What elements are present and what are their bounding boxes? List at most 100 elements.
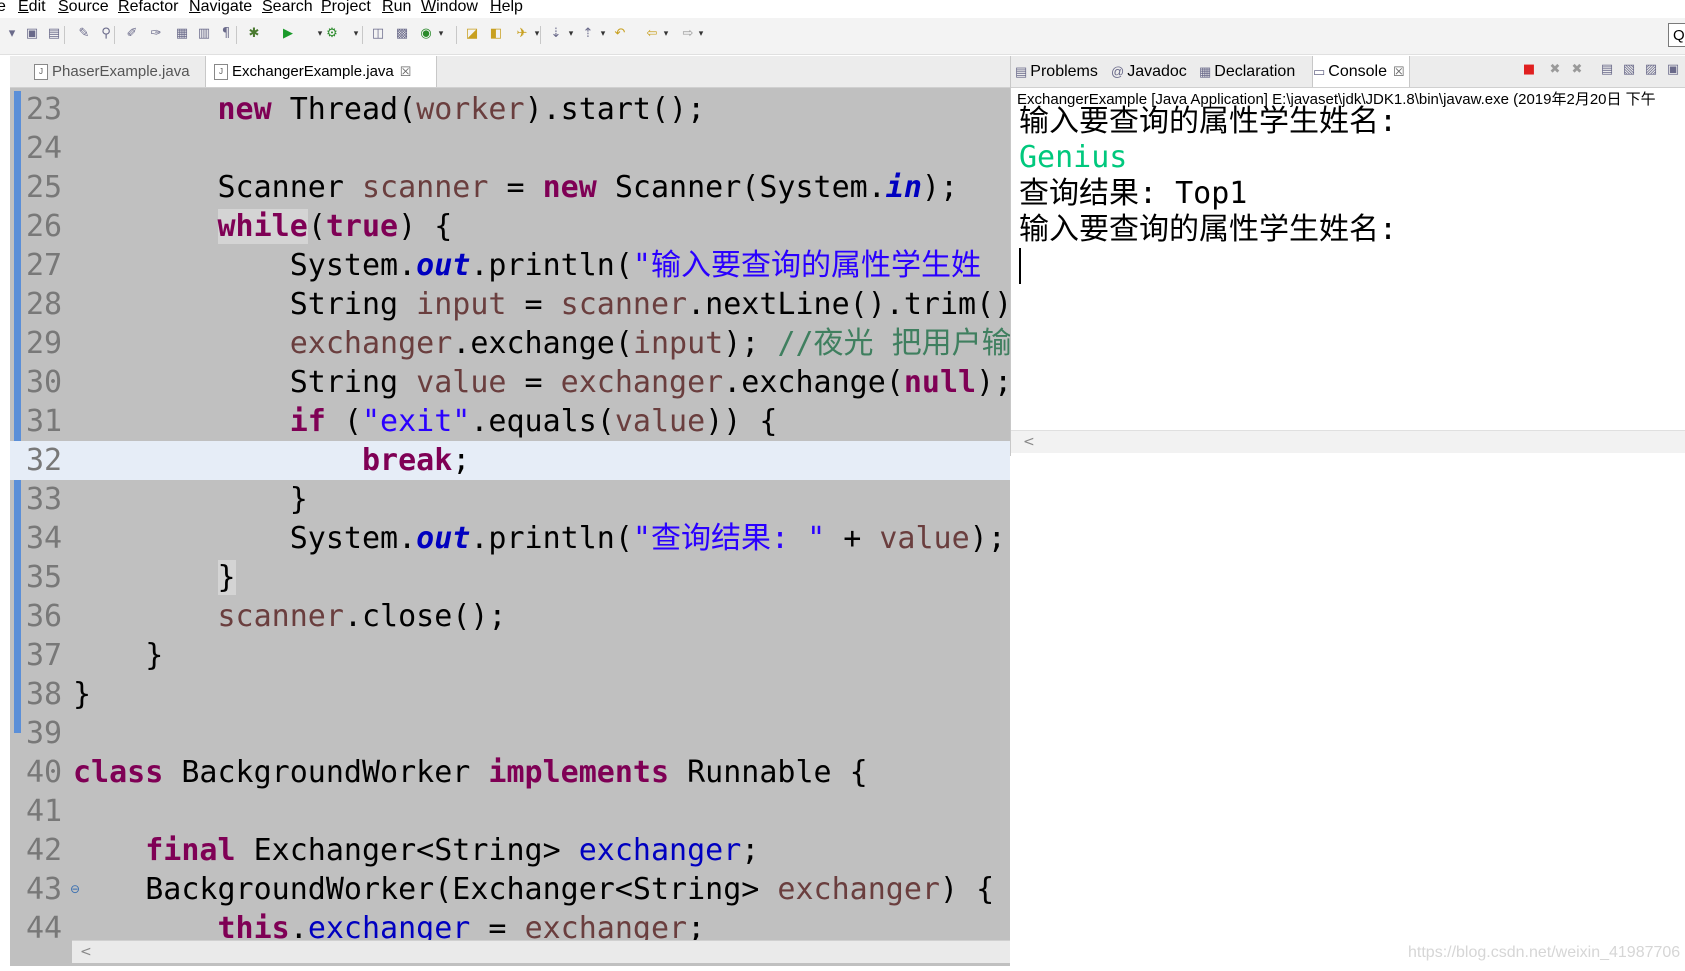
editor-tab-exchangerexample-java[interactable]: J ExchangerExample.java ☒: [205, 56, 437, 87]
code-line[interactable]: 31 if ("exit".equals(value)) {: [10, 402, 1010, 441]
pin-icon[interactable]: ⚲: [98, 26, 114, 42]
chevron-down-icon[interactable]: ▾: [697, 26, 705, 42]
menu-run[interactable]: Run: [382, 0, 411, 16]
editor-tab-phaserexample-java[interactable]: J PhaserExample.java: [26, 56, 212, 87]
code-line[interactable]: 35 }: [10, 558, 1010, 597]
code-line[interactable]: 33 }: [10, 480, 1010, 519]
mnemonic: W: [421, 0, 437, 15]
menu-navigate[interactable]: Navigate: [189, 0, 252, 16]
remove-launch-icon[interactable]: ✖: [1547, 62, 1563, 78]
scroll-lock-icon[interactable]: ▧: [1621, 62, 1637, 78]
quick-access-field[interactable]: Q: [1668, 23, 1685, 47]
view-tab-javadoc[interactable]: @ Javadoc: [1111, 56, 1187, 87]
back-icon[interactable]: ⇦: [644, 26, 660, 42]
current-code-line[interactable]: 32 break;: [10, 441, 1010, 480]
chevron-down-icon[interactable]: ▾: [599, 26, 607, 42]
highlight-icon[interactable]: ✐: [124, 26, 140, 42]
new-java-project-icon[interactable]: ◫: [370, 26, 386, 42]
code-line[interactable]: 30 String value = exchanger.exchange(nul…: [10, 363, 1010, 402]
menu-window[interactable]: Window: [421, 0, 478, 16]
open-type-icon[interactable]: ◪: [464, 26, 480, 42]
close-icon[interactable]: ☒: [1393, 64, 1405, 79]
terminate-icon[interactable]: ■: [1521, 62, 1537, 78]
menu-search[interactable]: Search: [262, 0, 313, 16]
chevron-down-icon[interactable]: ▾: [437, 26, 445, 42]
code-line[interactable]: 34 System.out.println("查询结果: " + value);: [10, 519, 1010, 558]
previous-annotation-icon[interactable]: ⇡: [580, 26, 596, 42]
new-package-icon[interactable]: ▩: [394, 26, 410, 42]
line-number: 28: [26, 287, 63, 322]
code-line[interactable]: 23 new Thread(worker).start();: [10, 90, 1010, 129]
view-tab-label: Declaration: [1214, 63, 1296, 80]
mark-icon[interactable]: ✑: [148, 26, 164, 42]
save-all-icon[interactable]: ▤: [46, 26, 62, 42]
editor-horizontal-scrollbar[interactable]: <: [72, 940, 1010, 963]
menu-project[interactable]: Project: [321, 0, 371, 16]
menu-refactor[interactable]: Refactor: [118, 0, 178, 16]
code-token: Thread(: [271, 92, 417, 127]
code-line[interactable]: 27 System.out.println("输入要查询的属性学生姓: [10, 246, 1010, 285]
dropdown-arrow-icon[interactable]: ▾: [4, 26, 20, 42]
scroll-left-icon[interactable]: <: [80, 941, 92, 963]
code-line[interactable]: 38}: [10, 675, 1010, 714]
code-line[interactable]: 24: [10, 129, 1010, 168]
view-tab-declaration[interactable]: ▦ Declaration: [1199, 56, 1295, 87]
toggle-mark-occurrences-icon[interactable]: ✎: [76, 26, 92, 42]
chevron-down-icon[interactable]: ▾: [352, 26, 360, 42]
code-line[interactable]: 36 scanner.close();: [10, 597, 1010, 636]
save-icon[interactable]: ▣: [24, 26, 40, 42]
code-line[interactable]: 28 String input = scanner.nextLine().tri…: [10, 285, 1010, 324]
close-icon[interactable]: ☒: [400, 64, 412, 79]
code-token: out: [416, 248, 471, 283]
last-edit-location-icon[interactable]: ↶: [612, 26, 628, 42]
code-line[interactable]: 41: [10, 792, 1010, 831]
code-line[interactable]: 26 while(true) {: [10, 207, 1010, 246]
chevron-down-icon[interactable]: ▾: [662, 26, 670, 42]
code-line[interactable]: 43 ⊖ BackgroundWorker(Exchanger<String> e…: [10, 870, 1010, 909]
view-tab-console[interactable]: ▭ Console ☒: [1312, 56, 1410, 87]
code-token: }: [217, 560, 236, 595]
code-line[interactable]: 40 class BackgroundWorker implements Runn…: [10, 753, 1010, 792]
view-tab-problems[interactable]: ▤ Problems: [1015, 56, 1098, 87]
run-icon[interactable]: ▶: [280, 26, 296, 42]
menu-bar: e Edit Source Refactor Navigate Search Project…: [0, 0, 1685, 16]
pin-console-icon[interactable]: ▣: [1665, 62, 1681, 78]
code-text: }: [73, 675, 91, 714]
external-tools-icon[interactable]: ⚙: [324, 26, 340, 42]
code-line[interactable]: 25 Scanner scanner = new Scanner(System.…: [10, 168, 1010, 207]
code-line[interactable]: 39: [10, 714, 1010, 753]
chevron-down-icon[interactable]: ▾: [316, 26, 324, 42]
show-whitespace-icon[interactable]: ▥: [196, 26, 212, 42]
debug-icon[interactable]: ✱: [246, 26, 262, 42]
forward-icon[interactable]: ⇨: [680, 26, 696, 42]
code-token: )) {: [705, 404, 778, 439]
remove-all-terminated-icon[interactable]: ✖: [1569, 62, 1585, 78]
new-class-icon[interactable]: ◉: [418, 26, 434, 42]
code-line[interactable]: 37 }: [10, 636, 1010, 675]
next-annotation-icon[interactable]: ⇣: [548, 26, 564, 42]
word-wrap-icon[interactable]: ▨: [1643, 62, 1659, 78]
chevron-down-icon[interactable]: ▾: [567, 26, 575, 42]
code-token: exchanger: [289, 326, 453, 361]
line-number: 38: [26, 677, 63, 712]
code-text: BackgroundWorker(Exchanger<String> excha…: [73, 870, 994, 909]
code-line[interactable]: 29 exchanger.exchange(input); //夜光 把用户输: [10, 324, 1010, 363]
clear-console-icon[interactable]: ▤: [1599, 62, 1615, 78]
code-line[interactable]: 42 final Exchanger<String> exchanger;: [10, 831, 1010, 870]
code-area[interactable]: 23 new Thread(worker).start(); 24 25 Scann…: [10, 90, 1010, 950]
menu-source[interactable]: Source: [58, 0, 109, 16]
block-selection-icon[interactable]: ▦: [174, 26, 190, 42]
line-number: 35: [26, 560, 63, 595]
search-icon[interactable]: ✈: [514, 26, 530, 42]
menu-e[interactable]: e: [0, 0, 6, 16]
scroll-left-icon[interactable]: <: [1023, 431, 1035, 453]
console-horizontal-scrollbar[interactable]: <: [1011, 430, 1685, 453]
line-number: 30: [26, 365, 63, 400]
code-text: System.out.println("输入要查询的属性学生姓: [73, 246, 981, 285]
menu-help[interactable]: Help: [490, 0, 523, 16]
open-task-icon[interactable]: ◧: [488, 26, 504, 42]
menu-edit[interactable]: Edit: [18, 0, 46, 16]
paragraph-icon[interactable]: ¶: [218, 26, 234, 42]
